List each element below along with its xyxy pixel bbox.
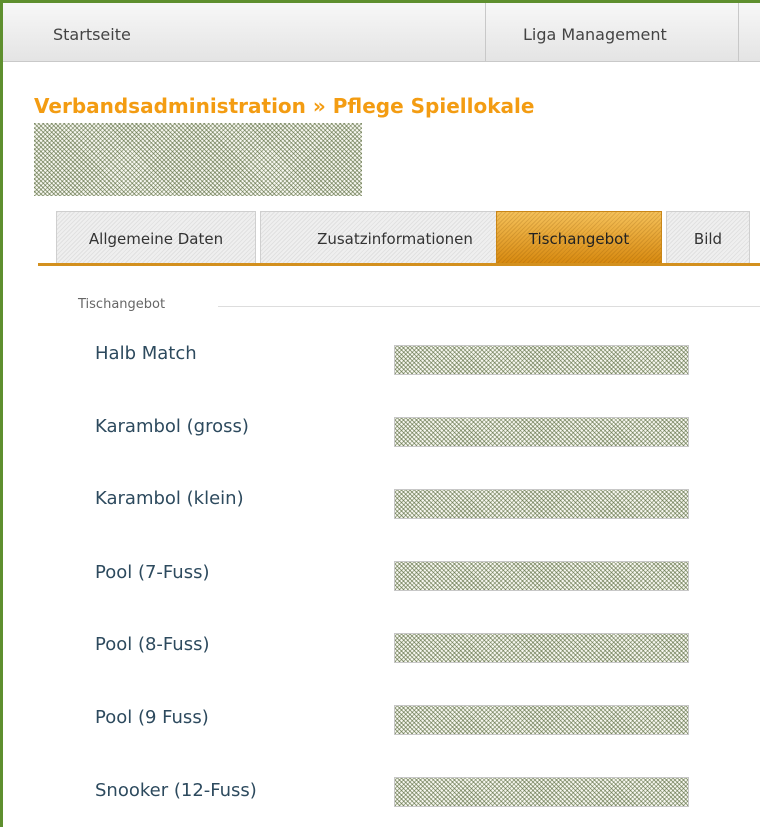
input-pool-8-fuss[interactable]	[394, 633, 689, 663]
tab-allgemeine-daten[interactable]: Allgemeine Daten	[56, 211, 256, 263]
nav-item-startseite[interactable]: Startseite	[53, 3, 131, 61]
input-halb-match[interactable]	[394, 345, 689, 375]
input-pool-7-fuss[interactable]	[394, 561, 689, 591]
tab-bild[interactable]: Bild	[666, 211, 750, 263]
label-snooker-12-fuss: Snooker (12-Fuss)	[95, 780, 257, 801]
input-karambol-gross[interactable]	[394, 417, 689, 447]
label-halb-match: Halb Match	[95, 343, 197, 364]
nav-separator	[738, 3, 739, 61]
label-pool-8-fuss: Pool (8-Fuss)	[95, 634, 210, 655]
label-karambol-klein: Karambol (klein)	[95, 488, 244, 509]
nav-separator	[485, 3, 486, 61]
input-pool-9-fuss[interactable]	[394, 705, 689, 735]
fieldset-divider	[218, 306, 760, 307]
label-pool-9-fuss: Pool (9 Fuss)	[95, 707, 209, 728]
label-pool-7-fuss: Pool (7-Fuss)	[95, 562, 210, 583]
top-navigation: Startseite Liga Management	[3, 3, 760, 62]
tab-zusatzinformationen[interactable]: Zusatzinformationen	[260, 211, 530, 263]
tab-bar: Allgemeine Daten Zusatzinformationen Tis…	[38, 211, 760, 266]
redacted-subtitle	[34, 123, 362, 196]
page-title: Verbandsadministration » Pflege Spiellok…	[34, 94, 535, 118]
input-snooker-12-fuss[interactable]	[394, 777, 689, 807]
input-karambol-klein[interactable]	[394, 489, 689, 519]
tab-tischangebot[interactable]: Tischangebot	[496, 211, 662, 263]
nav-item-liga-management[interactable]: Liga Management	[523, 3, 667, 61]
label-karambol-gross: Karambol (gross)	[95, 416, 249, 437]
fieldset-legend: Tischangebot	[78, 297, 166, 312]
